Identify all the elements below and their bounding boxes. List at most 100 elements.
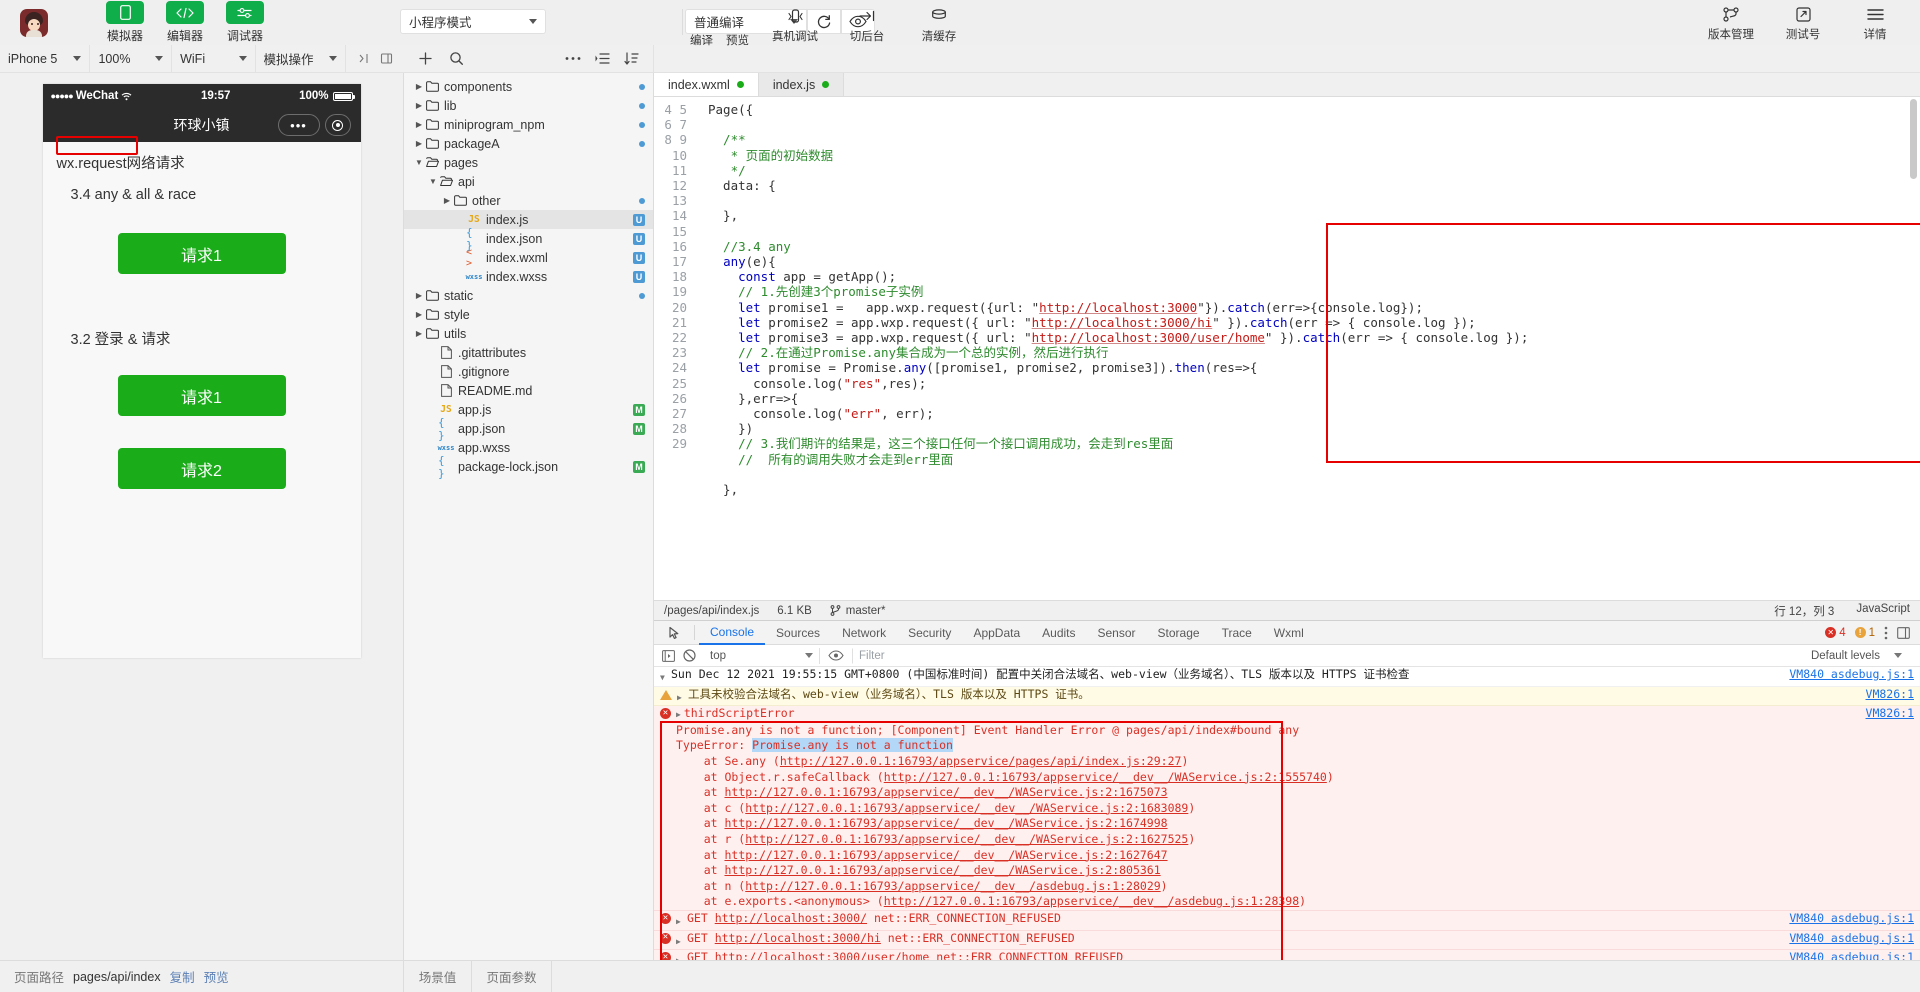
editor-scrollbar[interactable] — [1910, 99, 1917, 179]
error-count-badge[interactable]: ✕ 4 — [1825, 627, 1846, 639]
tree-item-other[interactable]: ▶ other — [404, 191, 653, 210]
console-url[interactable]: http://127.0.0.1:16793/appservice/__dev_… — [745, 801, 1188, 815]
background-button[interactable]: 切后台 — [842, 5, 892, 44]
preview-path-link[interactable]: 预览 — [204, 967, 229, 986]
test-account-button[interactable]: 测试号 — [1778, 3, 1828, 42]
console-source-link[interactable]: VM826:1 — [1856, 706, 1914, 722]
zoom-select[interactable]: 100% — [90, 44, 173, 73]
tree-item-components[interactable]: ▶ components — [404, 77, 653, 96]
devtools-tab-audits[interactable]: Audits — [1031, 621, 1086, 645]
console-url[interactable]: http://127.0.0.1:16793/appservice/__dev_… — [724, 863, 1160, 877]
console-source-link[interactable]: VM826:1 — [1856, 687, 1914, 703]
tree-item-utils[interactable]: ▶ utils — [404, 324, 653, 343]
tree-item-api[interactable]: ▼ api — [404, 172, 653, 191]
tree-item-.gitignore[interactable]: .gitignore — [404, 362, 653, 381]
devtools-tab-security[interactable]: Security — [897, 621, 962, 645]
debugger-toggle-button[interactable]: 调试器 — [222, 1, 268, 44]
request-button-2[interactable]: 请求1 — [117, 375, 286, 416]
request-button-1[interactable]: 请求1 — [117, 233, 286, 274]
execute-icon[interactable] — [662, 649, 675, 662]
console-source-link[interactable]: VM840 asdebug.js:1 — [1779, 667, 1914, 683]
console-source-link[interactable]: VM840 asdebug.js:1 — [1779, 950, 1914, 960]
expand-triangle-icon[interactable]: ▶ — [677, 687, 685, 706]
tree-item-index.json[interactable]: { } index.json U — [404, 226, 653, 252]
tree-item-miniprogram-npm[interactable]: ▶ miniprogram_npm — [404, 115, 653, 134]
console-url[interactable]: http://127.0.0.1:16793/appservice/__dev_… — [884, 894, 1299, 908]
devtools-dock-icon[interactable] — [1897, 626, 1910, 639]
console-url[interactable]: http://127.0.0.1:16793/appservice/__dev_… — [884, 770, 1327, 784]
device-select[interactable]: iPhone 5 — [0, 44, 91, 73]
inspect-element-icon[interactable] — [660, 626, 690, 640]
expand-triangle-icon[interactable]: ▶ — [676, 931, 684, 950]
console-url[interactable]: http://127.0.0.1:16793/appservice/__dev_… — [724, 785, 1167, 799]
editor-tab-index-wxml[interactable]: index.wxml — [654, 73, 759, 96]
expand-triangle-icon[interactable]: ▶ — [676, 950, 684, 960]
chevron-right-icon[interactable]: ▶ — [414, 329, 424, 338]
chevron-down-icon[interactable]: ▼ — [428, 177, 438, 186]
console-url[interactable]: http://localhost:3000/hi — [715, 931, 881, 945]
simulator-toggle-button[interactable]: 模拟器 — [102, 1, 148, 44]
expand-triangle-icon[interactable]: ▶ — [676, 911, 684, 930]
tree-item-style[interactable]: ▶ style — [404, 305, 653, 324]
tree-item-.gitattributes[interactable]: .gitattributes — [404, 343, 653, 362]
user-avatar[interactable] — [20, 8, 48, 37]
device-debug-button[interactable]: 真机调试 — [770, 5, 820, 44]
chevron-right-icon[interactable]: ▶ — [414, 139, 424, 148]
scene-value-button[interactable]: 场景值 — [404, 960, 472, 992]
chevron-right-icon[interactable]: ▶ — [414, 310, 424, 319]
tree-item-pages[interactable]: ▼ pages — [404, 153, 653, 172]
expand-triangle-icon[interactable]: ▼ — [660, 667, 668, 686]
devtools-tab-storage[interactable]: Storage — [1147, 621, 1211, 645]
collapse-icon[interactable] — [595, 52, 610, 65]
chevron-right-icon[interactable]: ▶ — [414, 82, 424, 91]
devtools-tab-network[interactable]: Network — [831, 621, 897, 645]
console-url[interactable]: http://localhost:3000/ — [715, 911, 867, 925]
code-editor[interactable]: 4 5 6 7 8 9 10 11 12 13 14 15 16 17 18 1… — [654, 97, 1920, 600]
context-select[interactable]: top — [710, 647, 820, 664]
more-icon[interactable] — [565, 56, 581, 61]
console-output[interactable]: ▼ Sun Dec 12 2021 19:55:15 GMT+0800 (中国标准… — [654, 667, 1920, 960]
console-source-link[interactable]: VM840 asdebug.js:1 — [1779, 931, 1914, 947]
chevron-right-icon[interactable]: ▶ — [414, 120, 424, 129]
mode-select[interactable]: 小程序模式 — [400, 9, 546, 34]
add-file-icon[interactable] — [418, 51, 433, 66]
warning-count-badge[interactable]: ! 1 — [1854, 627, 1875, 639]
sim-action-select[interactable]: 模拟操作 — [256, 44, 346, 73]
copy-path-link[interactable]: 复制 — [170, 967, 195, 986]
console-filter-input[interactable]: Filter — [852, 647, 1052, 664]
rotate-right-icon[interactable] — [378, 51, 394, 67]
tree-item-index.wxml[interactable]: < > index.wxml U — [404, 247, 653, 269]
tree-item-index.wxss[interactable]: wxss index.wxss U — [404, 267, 653, 286]
version-manage-button[interactable]: 版本管理 — [1706, 3, 1756, 42]
console-url[interactable]: http://127.0.0.1:16793/appservice/__dev_… — [724, 816, 1167, 830]
details-button[interactable]: 详情 — [1850, 3, 1900, 42]
eye-filter-icon[interactable] — [828, 650, 844, 661]
network-select[interactable]: WiFi — [172, 44, 256, 73]
tree-item-lib[interactable]: ▶ lib — [404, 96, 653, 115]
console-source-link[interactable]: VM840 asdebug.js:1 — [1779, 911, 1914, 927]
console-url[interactable]: http://127.0.0.1:16793/appservice/__dev_… — [724, 848, 1167, 862]
request-button-3[interactable]: 请求2 — [117, 448, 286, 489]
tree-item-packagea[interactable]: ▶ packageA — [404, 134, 653, 153]
page-params-button[interactable]: 页面参数 — [472, 960, 552, 992]
chevron-right-icon[interactable]: ▶ — [414, 291, 424, 300]
chevron-right-icon[interactable]: ▶ — [414, 101, 424, 110]
source-code[interactable]: Page({ /** * 页面的初始数据 */ data: { }, //3.4… — [696, 102, 1920, 497]
editor-tab-index-js[interactable]: index.js — [758, 73, 845, 96]
search-icon[interactable] — [449, 51, 464, 66]
devtools-tab-sensor[interactable]: Sensor — [1087, 621, 1147, 645]
devtools-tab-appdata[interactable]: AppData — [962, 621, 1031, 645]
console-url[interactable]: http://127.0.0.1:16793/appservice/__dev_… — [745, 879, 1160, 893]
chevron-down-icon[interactable]: ▼ — [414, 158, 424, 167]
tree-item-package-lock.json[interactable]: { } package-lock.json M — [404, 454, 653, 480]
tree-item-static[interactable]: ▶ static — [404, 286, 653, 305]
tree-item-readme.md[interactable]: README.md — [404, 381, 653, 400]
tree-item-index.js[interactable]: JS index.js U — [404, 210, 653, 229]
tree-item-app.json[interactable]: { } app.json M — [404, 416, 653, 442]
log-level-select[interactable]: Default levels — [1811, 650, 1912, 662]
sort-icon[interactable] — [624, 52, 639, 65]
expand-triangle-icon[interactable]: ▶ — [676, 707, 681, 719]
console-url[interactable]: http://localhost:3000/user/home — [715, 950, 930, 960]
more-capsule-icon[interactable]: ••• — [277, 114, 320, 136]
devtools-more-icon[interactable] — [1884, 626, 1888, 640]
